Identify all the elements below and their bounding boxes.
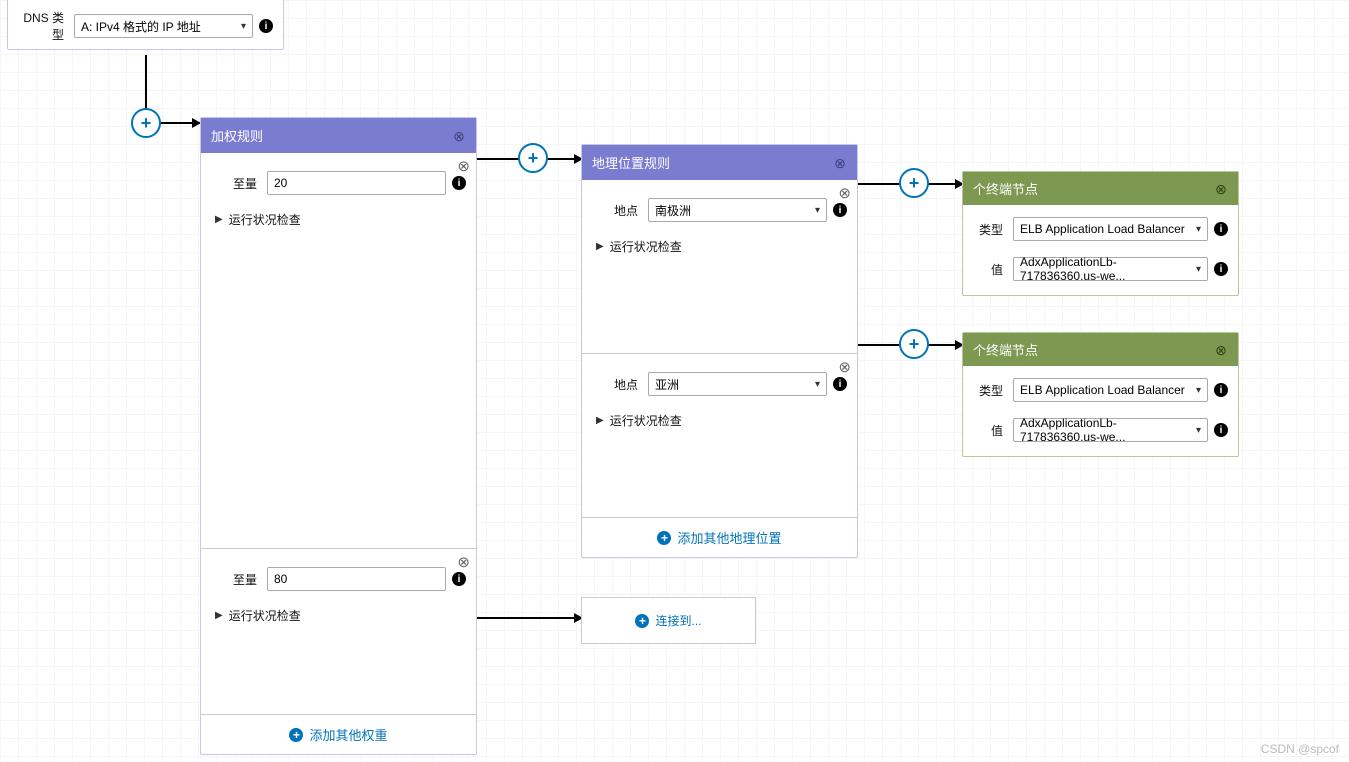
remove-icon[interactable]: ⊗ xyxy=(457,553,470,571)
triangle-icon: ▶ xyxy=(596,415,604,426)
dns-type-select[interactable]: A: IPv4 格式的 IP 地址 ▾ xyxy=(74,14,253,38)
add-weight-button[interactable]: + 添加其他权重 xyxy=(201,714,476,754)
type-row: 类型 ELB Application Load Balancer ▾ i xyxy=(963,205,1238,245)
location-label: 地点 xyxy=(592,202,638,219)
value-select[interactable]: AdxApplicationLb-717836360.us-we... ▾ xyxy=(1013,257,1208,281)
dns-type-value: A: IPv4 格式的 IP 地址 xyxy=(81,18,201,35)
triangle-icon: ▶ xyxy=(215,610,223,621)
geo-rule-card: 地理位置规则 ⊗ ⊗ 地点 南极洲 ▾ i ▶ 运行状况检查 ⊗ 地点 亚洲 ▾… xyxy=(581,144,858,558)
value-label: 值 xyxy=(973,422,1003,439)
triangle-icon: ▶ xyxy=(215,214,223,225)
info-icon[interactable]: i xyxy=(1214,222,1228,236)
health-check-toggle[interactable]: ▶ 运行状况检查 xyxy=(201,201,476,238)
value-row: 值 AdxApplicationLb-717836360.us-we... ▾ … xyxy=(963,406,1238,456)
close-icon[interactable]: ⊗ xyxy=(1214,343,1228,357)
value-row: 值 AdxApplicationLb-717836360.us-we... ▾ … xyxy=(963,245,1238,295)
geo-block: ⊗ 地点 亚洲 ▾ i ▶ 运行状况检查 xyxy=(582,353,857,517)
info-icon[interactable]: i xyxy=(1214,262,1228,276)
info-icon[interactable]: i xyxy=(259,19,273,33)
caret-icon: ▾ xyxy=(815,379,820,390)
watermark: CSDN @spcof xyxy=(1261,742,1339,756)
weight-label: 至量 xyxy=(211,571,257,588)
dns-type-label: DNS 类型 xyxy=(18,9,64,43)
geo-title: 地理位置规则 xyxy=(592,153,670,172)
weighted-block: ⊗ 至量 80 i ▶ 运行状况检查 xyxy=(201,548,476,714)
close-icon[interactable]: ⊗ xyxy=(1214,182,1228,196)
health-check-toggle[interactable]: ▶ 运行状况检查 xyxy=(582,228,857,265)
plus-icon: + xyxy=(289,728,303,742)
info-icon[interactable]: i xyxy=(452,176,466,190)
weighted-rule-card: 加权规则 ⊗ ⊗ 至量 20 i ▶ 运行状况检查 ⊗ 至量 80 i ▶ xyxy=(200,117,477,755)
health-check-toggle[interactable]: ▶ 运行状况检查 xyxy=(582,402,857,439)
caret-icon: ▾ xyxy=(815,205,820,216)
add-branch-button[interactable]: + xyxy=(518,143,548,173)
connect-to-button[interactable]: + 连接到... xyxy=(581,597,756,644)
location-row: 地点 亚洲 ▾ i xyxy=(582,354,857,402)
plus-icon: + xyxy=(635,614,649,628)
info-icon[interactable]: i xyxy=(1214,423,1228,437)
geo-block: ⊗ 地点 南极洲 ▾ i ▶ 运行状况检查 xyxy=(582,180,857,353)
endpoint-header: 个终端节点 ⊗ xyxy=(963,172,1238,205)
endpoint-card: 个终端节点 ⊗ 类型 ELB Application Load Balancer… xyxy=(962,332,1239,457)
add-location-button[interactable]: + 添加其他地理位置 xyxy=(582,517,857,557)
triangle-icon: ▶ xyxy=(596,241,604,252)
weight-row: 至量 20 i xyxy=(201,153,476,201)
endpoint-header: 个终端节点 ⊗ xyxy=(963,333,1238,366)
geo-rule-header: 地理位置规则 ⊗ xyxy=(582,145,857,180)
caret-icon: ▾ xyxy=(1196,224,1201,235)
type-label: 类型 xyxy=(973,221,1003,238)
close-icon[interactable]: ⊗ xyxy=(833,156,847,170)
plus-icon: + xyxy=(657,531,671,545)
add-branch-button[interactable]: + xyxy=(899,168,929,198)
weighted-title: 加权规则 xyxy=(211,126,263,145)
endpoint-title: 个终端节点 xyxy=(973,340,1038,359)
info-icon[interactable]: i xyxy=(833,203,847,217)
caret-icon: ▾ xyxy=(1196,264,1201,275)
remove-icon[interactable]: ⊗ xyxy=(457,157,470,175)
close-icon[interactable]: ⊗ xyxy=(452,129,466,143)
remove-icon[interactable]: ⊗ xyxy=(838,358,851,376)
type-select[interactable]: ELB Application Load Balancer ▾ xyxy=(1013,217,1208,241)
info-icon[interactable]: i xyxy=(833,377,847,391)
weight-input[interactable]: 20 xyxy=(267,171,446,195)
endpoint-card: 个终端节点 ⊗ 类型 ELB Application Load Balancer… xyxy=(962,171,1239,296)
info-icon[interactable]: i xyxy=(452,572,466,586)
info-icon[interactable]: i xyxy=(1214,383,1228,397)
location-select[interactable]: 亚洲 ▾ xyxy=(648,372,827,396)
type-select[interactable]: ELB Application Load Balancer ▾ xyxy=(1013,378,1208,402)
caret-icon: ▾ xyxy=(241,21,246,32)
value-select[interactable]: AdxApplicationLb-717836360.us-we... ▾ xyxy=(1013,418,1208,442)
caret-icon: ▾ xyxy=(1196,425,1201,436)
origin-card: DNS 类型 A: IPv4 格式的 IP 地址 ▾ i xyxy=(7,0,284,50)
value-label: 值 xyxy=(973,261,1003,278)
connector xyxy=(477,617,582,619)
weighted-rule-header: 加权规则 ⊗ xyxy=(201,118,476,153)
weight-row: 至量 80 i xyxy=(201,549,476,597)
type-row: 类型 ELB Application Load Balancer ▾ i xyxy=(963,366,1238,406)
type-label: 类型 xyxy=(973,382,1003,399)
add-branch-button[interactable]: + xyxy=(131,108,161,138)
caret-icon: ▾ xyxy=(1196,385,1201,396)
add-branch-button[interactable]: + xyxy=(899,329,929,359)
dns-type-row: DNS 类型 A: IPv4 格式的 IP 地址 ▾ i xyxy=(8,0,283,49)
health-check-toggle[interactable]: ▶ 运行状况检查 xyxy=(201,597,476,634)
weighted-block: ⊗ 至量 20 i ▶ 运行状况检查 xyxy=(201,153,476,548)
location-label: 地点 xyxy=(592,376,638,393)
location-row: 地点 南极洲 ▾ i xyxy=(582,180,857,228)
remove-icon[interactable]: ⊗ xyxy=(838,184,851,202)
weight-label: 至量 xyxy=(211,175,257,192)
endpoint-title: 个终端节点 xyxy=(973,179,1038,198)
location-select[interactable]: 南极洲 ▾ xyxy=(648,198,827,222)
weight-input[interactable]: 80 xyxy=(267,567,446,591)
